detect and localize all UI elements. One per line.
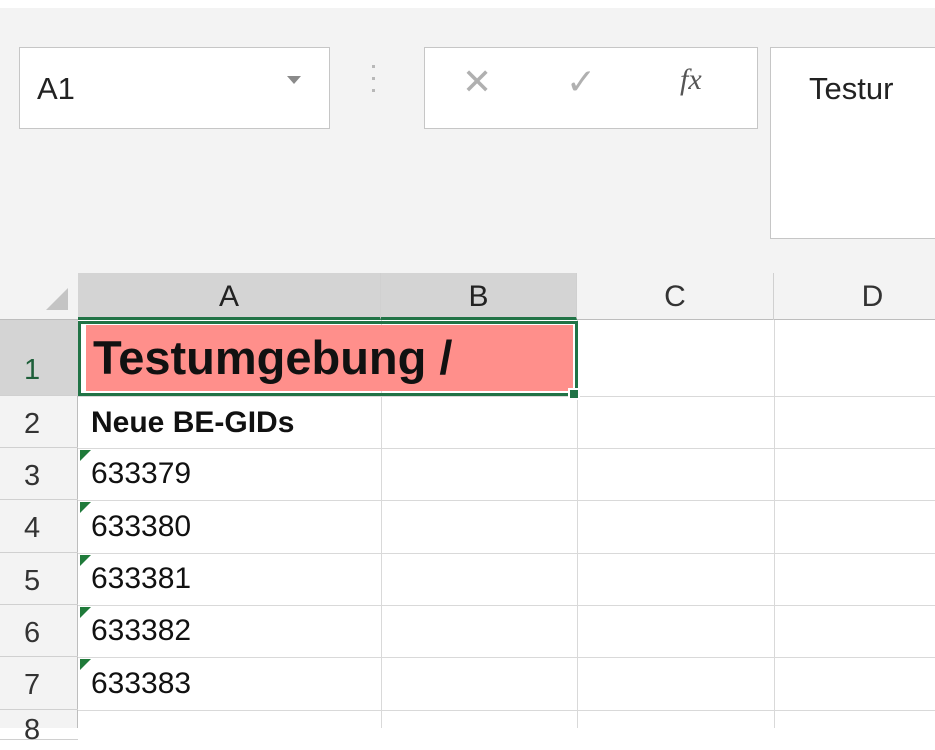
- number-stored-as-text-icon: [80, 607, 91, 618]
- row-header-3[interactable]: 3: [0, 448, 78, 500]
- gridline-horizontal: [78, 448, 935, 449]
- cell-a3[interactable]: 633379: [91, 457, 191, 491]
- gridline-horizontal: [78, 396, 935, 397]
- gridline-horizontal: [78, 500, 935, 501]
- number-stored-as-text-icon: [80, 450, 91, 461]
- window-top-strip: [0, 0, 935, 8]
- column-header-d[interactable]: D: [774, 273, 935, 320]
- column-header-a[interactable]: A: [78, 273, 381, 320]
- gridline-vertical: [774, 320, 775, 728]
- cancel-icon[interactable]: ✕: [462, 62, 492, 102]
- row-header-6[interactable]: 6: [0, 605, 78, 657]
- cell-a5[interactable]: 633381: [91, 562, 191, 596]
- row-header-5[interactable]: 5: [0, 553, 78, 605]
- column-header-c[interactable]: C: [577, 273, 774, 320]
- number-stored-as-text-icon: [80, 502, 91, 513]
- splitter-grip-icon[interactable]: [371, 65, 377, 101]
- gridline-horizontal: [78, 710, 935, 711]
- number-stored-as-text-icon: [80, 555, 91, 566]
- row-header-4[interactable]: 4: [0, 500, 78, 553]
- cell-a1-text: Testumgebung /: [93, 331, 453, 384]
- select-all-icon[interactable]: [46, 288, 68, 310]
- row-header-8[interactable]: 8: [0, 710, 78, 746]
- fill-handle[interactable]: [568, 388, 580, 400]
- column-header-b[interactable]: B: [381, 273, 577, 320]
- gridline-horizontal: [78, 657, 935, 658]
- row-header-1[interactable]: 1: [0, 320, 78, 396]
- number-stored-as-text-icon: [80, 659, 91, 670]
- cell-a4[interactable]: 633380: [91, 510, 191, 544]
- cell-a6[interactable]: 633382: [91, 614, 191, 648]
- gridline-horizontal: [78, 605, 935, 606]
- insert-function-icon[interactable]: fx: [680, 60, 702, 100]
- formula-input-value: Testur: [809, 71, 894, 106]
- chevron-down-icon[interactable]: [287, 76, 301, 84]
- name-box-value: A1: [37, 71, 75, 106]
- enter-check-icon[interactable]: ✓: [566, 62, 596, 102]
- row-header-7[interactable]: 7: [0, 657, 78, 710]
- cell-a2[interactable]: Neue BE-GIDs: [91, 406, 294, 440]
- gridline-horizontal: [78, 553, 935, 554]
- cell-a7[interactable]: 633383: [91, 667, 191, 701]
- row-header-2[interactable]: 2: [0, 396, 78, 448]
